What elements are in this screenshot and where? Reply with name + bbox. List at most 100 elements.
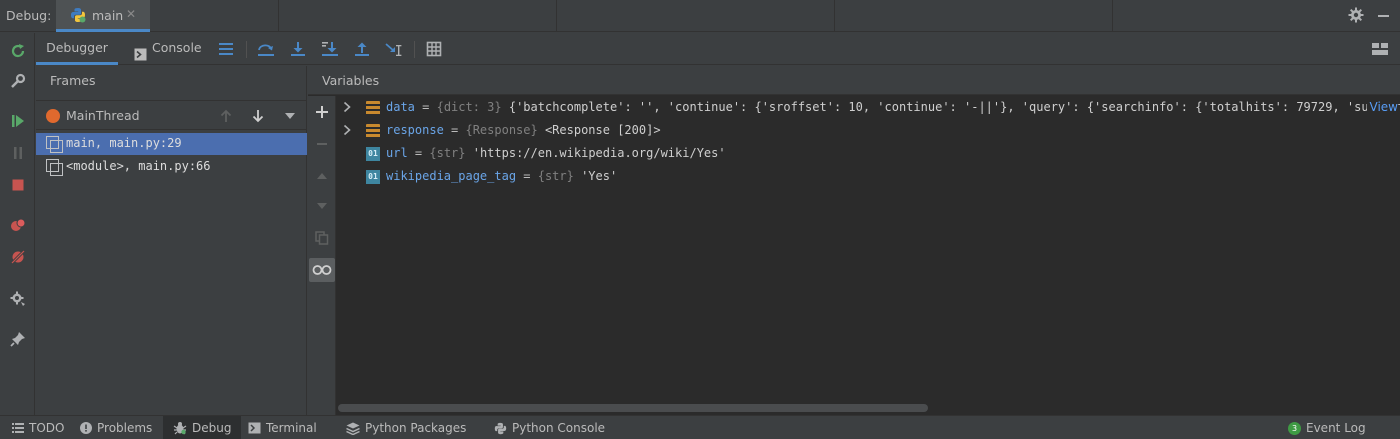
gear-icon[interactable] [1348, 7, 1364, 26]
step-into-my-code-icon[interactable] [320, 39, 340, 59]
chevron-right-icon[interactable] [342, 123, 352, 140]
mute-breakpoints-icon[interactable] [8, 247, 28, 267]
move-down-icon[interactable] [312, 196, 332, 216]
settings-icon[interactable] [8, 289, 28, 309]
minus-icon[interactable] [312, 134, 332, 154]
tab-console-label: Console [152, 40, 202, 55]
stop-icon[interactable] [8, 175, 28, 195]
frame-item[interactable]: main, main.py:29 [36, 133, 307, 155]
arrow-down-icon[interactable] [249, 107, 267, 125]
step-out-icon[interactable] [352, 39, 372, 59]
variable-operator: = [443, 123, 466, 137]
python-packages-button[interactable]: Python Packages [338, 416, 474, 439]
tab-separator [556, 0, 557, 32]
chevron-down-icon[interactable] [281, 107, 299, 125]
tab-console[interactable]: Console [134, 33, 208, 65]
run-to-cursor-icon[interactable] [384, 39, 404, 59]
variable-type: {str} [537, 169, 574, 183]
problems-button[interactable]: Problems [72, 416, 160, 439]
view-breakpoints-icon[interactable] [8, 215, 28, 235]
step-into-icon[interactable] [288, 39, 308, 59]
variable-row[interactable]: 01 wikipedia_page_tag = {str} 'Yes' [338, 166, 1400, 188]
toolbar-separator [246, 41, 247, 58]
variable-line: wikipedia_page_tag = {str} 'Yes' [386, 169, 617, 183]
variable-line: response = {Response} <Response [200]> [386, 123, 661, 137]
variable-row[interactable]: data = {dict: 3} {'batchcomplete': '', '… [338, 97, 1400, 119]
frame-label: <module>, main.py:66 [66, 159, 211, 173]
debug-label: Debug: [6, 8, 52, 23]
bottom-tool-window-bar: TODO Problems Debug Terminal Python Pack… [0, 415, 1400, 439]
minimize-icon[interactable] [1378, 8, 1390, 20]
rerun-icon[interactable] [8, 41, 28, 61]
variable-value: {'batchcomplete': '', 'continue': {'srof… [501, 100, 1400, 114]
wrench-icon[interactable] [8, 71, 28, 91]
bug-icon [173, 421, 187, 435]
terminal-button[interactable]: Terminal [240, 416, 325, 439]
variable-value: 'https://en.wikipedia.org/wiki/Yes' [465, 146, 726, 160]
problems-icon [80, 422, 92, 434]
view-link[interactable]: View [1366, 100, 1398, 114]
variables-side-toolbar [308, 96, 336, 415]
variable-type: {dict: 3} [436, 100, 502, 114]
problems-label: Problems [97, 420, 153, 435]
variable-name: wikipedia_page_tag [386, 169, 517, 183]
pause-icon[interactable] [8, 143, 28, 163]
plus-icon[interactable] [312, 102, 332, 122]
str-icon: 01 [366, 147, 380, 161]
arrow-up-icon[interactable] [217, 107, 235, 125]
variable-value: 'Yes' [573, 169, 618, 183]
variable-line: url = {str} 'https://en.wikipedia.org/wi… [386, 146, 726, 160]
dict-icon [366, 101, 380, 115]
glasses-icon[interactable] [309, 258, 335, 282]
variables-header: Variables [322, 73, 380, 88]
debug-left-toolbar [0, 33, 35, 415]
variable-type: {str} [429, 146, 466, 160]
frames-panel: Frames MainThread main, main.py:29 <modu… [36, 66, 307, 415]
restore-layout-icon[interactable] [1370, 39, 1390, 59]
python-icon [70, 7, 86, 26]
layout-icon[interactable] [216, 39, 236, 59]
close-icon[interactable]: ✕ [126, 7, 136, 21]
variable-row[interactable]: 01 url = {str} 'https://en.wikipedia.org/… [338, 143, 1400, 165]
frame-item[interactable]: <module>, main.py:66 [36, 156, 307, 178]
tab-debugger[interactable]: Debugger [36, 33, 118, 65]
horizontal-scrollbar[interactable] [338, 404, 928, 412]
chevron-right-icon[interactable] [342, 100, 352, 117]
variables-header-bar: Variables [308, 66, 1400, 95]
resume-icon[interactable] [8, 111, 28, 131]
variables-panel: Variables data = {dict: 3} {'batchcomple… [308, 66, 1400, 415]
tab-separator [278, 0, 279, 32]
thread-name: MainThread [66, 108, 140, 123]
variable-operator: = [516, 169, 538, 183]
terminal-icon [248, 422, 261, 434]
variable-operator: = [414, 100, 437, 114]
evaluate-expression-icon[interactable] [424, 39, 444, 59]
variable-name: response [386, 123, 444, 137]
python-console-button[interactable]: Python Console [486, 416, 613, 439]
terminal-label: Terminal [266, 420, 317, 435]
copy-icon[interactable] [312, 228, 332, 248]
tab-separator [834, 0, 835, 32]
dict-icon [366, 124, 380, 138]
python-icon [494, 422, 507, 435]
variable-row[interactable]: response = {Response} <Response [200]> [338, 120, 1400, 142]
list-icon [12, 423, 24, 433]
tab-main[interactable]: main ✕ [56, 0, 150, 32]
tab-separator [1112, 0, 1113, 32]
todo-button[interactable]: TODO [0, 416, 72, 439]
thread-selector[interactable]: MainThread [36, 100, 307, 130]
event-count-badge: 3 [1288, 421, 1301, 435]
debug-button[interactable]: Debug [163, 416, 242, 439]
event-log-label: Event Log [1306, 420, 1366, 435]
frame-icon [46, 159, 63, 176]
step-over-icon[interactable] [256, 39, 276, 59]
frame-icon [46, 136, 63, 153]
variable-operator: = [407, 146, 430, 160]
frames-header: Frames [50, 73, 96, 88]
variable-name: url [386, 146, 408, 160]
event-log-button[interactable]: 3 Event Log [1280, 416, 1374, 439]
str-icon: 01 [366, 170, 380, 184]
move-up-icon[interactable] [312, 166, 332, 186]
frame-label: main, main.py:29 [66, 136, 182, 150]
pin-icon[interactable] [8, 329, 28, 349]
